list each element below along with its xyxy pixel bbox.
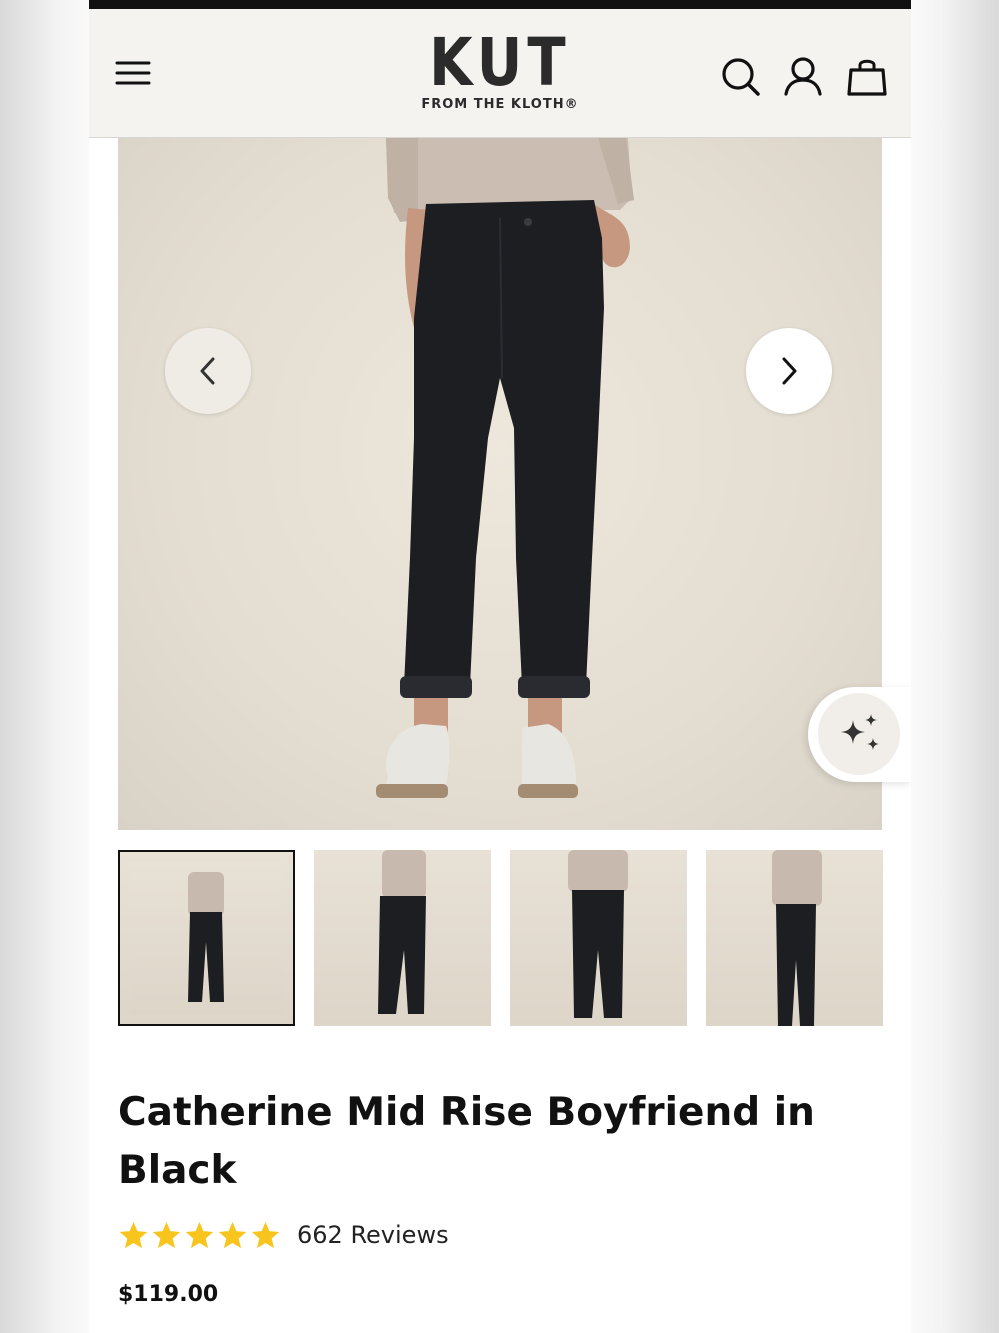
ai-assistant-button[interactable] [808,687,911,782]
carousel-prev-button[interactable] [165,328,251,414]
thumbnail-image [378,850,426,1014]
product-title: Catherine Mid Rise Boyfriend in Black [118,1090,815,1193]
thumbnail-strip [118,850,883,1026]
account-button[interactable] [779,53,827,101]
page-frame: KUT FROM THE KLOTH® Catherine Mid Rise B… [89,0,911,1333]
thumbnail-1[interactable] [118,850,295,1026]
product-description-clipped [118,1325,818,1333]
menu-button[interactable] [111,53,155,93]
carousel-next-button[interactable] [746,328,832,414]
star-icon [218,1221,247,1248]
product-price: $119.00 [118,1282,219,1307]
star-icon [251,1221,280,1248]
search-icon [722,58,760,96]
sparkles-icon [841,714,879,750]
thumbnail-3[interactable] [510,850,687,1026]
site-logo[interactable]: KUT FROM THE KLOTH® [400,29,600,121]
star-icon [185,1221,214,1248]
thumbnail-image [568,850,628,1018]
top-strip [89,0,911,9]
rating-stars [118,1220,281,1251]
thumbnail-2[interactable] [314,850,491,1026]
chevron-right-icon [782,357,797,385]
thumbnail-image [130,862,283,1014]
hamburger-menu-icon [115,61,151,85]
logo-wordmark: KUT [429,24,571,101]
cart-button[interactable] [843,53,891,101]
product-main-image[interactable] [118,138,882,830]
ai-assistant-circle [818,693,900,775]
shopping-bag-icon [847,59,887,96]
thumbnail-image [772,850,822,1026]
star-icon [152,1221,181,1248]
clipped-text-line [118,1325,818,1333]
product-photo [376,138,634,798]
site-header: KUT FROM THE KLOTH® [89,9,911,138]
search-button[interactable] [717,53,765,101]
chevron-left-icon [200,357,215,385]
reviews-count-link[interactable]: 662 Reviews [297,1221,449,1249]
product-rating[interactable]: 662 Reviews [118,1215,449,1255]
thumbnail-4[interactable] [706,850,883,1026]
user-icon [784,57,822,96]
star-icon [119,1221,148,1248]
